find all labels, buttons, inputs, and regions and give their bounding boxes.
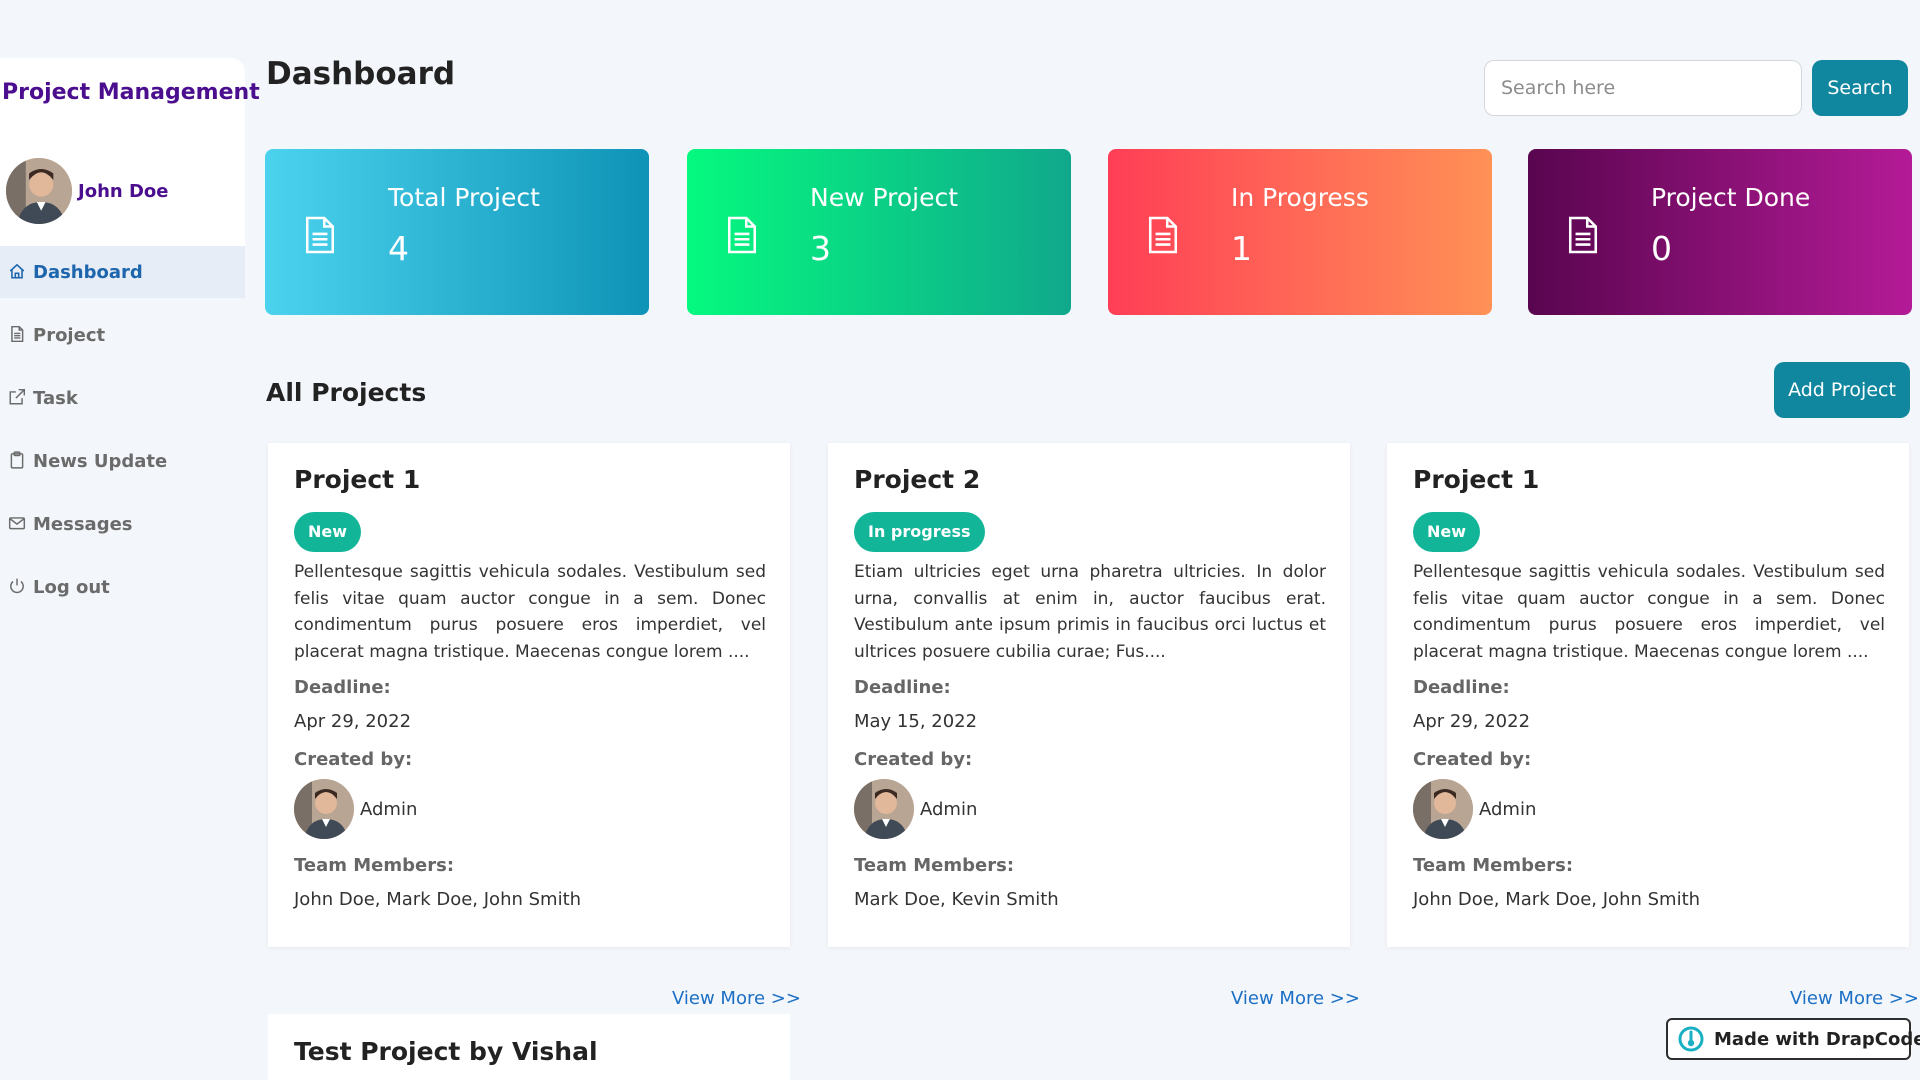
search-button[interactable]: Search: [1812, 60, 1908, 116]
sidebar-nav: Dashboard Project Task News Update Messa…: [0, 246, 245, 613]
search-input[interactable]: [1484, 60, 1802, 116]
stat-card-in-progress[interactable]: In Progress 1: [1108, 149, 1492, 315]
team-members-value: Mark Doe, Kevin Smith: [854, 889, 1059, 910]
stat-label: In Progress: [1231, 183, 1369, 212]
user-name: John Doe: [78, 180, 169, 202]
sidebar-item-label: Messages: [33, 513, 133, 535]
sidebar-item-label: Log out: [33, 576, 110, 598]
sidebar-item-label: Dashboard: [33, 261, 143, 283]
stat-label: Total Project: [388, 183, 540, 212]
sidebar-header: Project Management John Doe: [0, 58, 260, 246]
user-profile[interactable]: John Doe: [6, 158, 168, 224]
deadline-value: May 15, 2022: [854, 711, 978, 732]
stat-card-project-done[interactable]: Project Done 0: [1528, 149, 1912, 315]
project-card[interactable]: Project 2 In progress Etiam ultricies eg…: [828, 443, 1350, 947]
project-card[interactable]: Project 1 New Pellentesque sagittis vehi…: [268, 443, 790, 947]
created-by-label: Created by:: [854, 749, 973, 770]
avatar: [854, 779, 914, 839]
project-title: Project 1: [1413, 465, 1540, 494]
sidebar-item-dashboard[interactable]: Dashboard: [0, 246, 245, 298]
status-badge: In progress: [854, 512, 985, 552]
avatar: [6, 158, 72, 224]
creator: Admin: [854, 779, 977, 839]
clipboard-icon: [8, 451, 28, 471]
brand-title: Project Management: [2, 80, 260, 105]
stat-value: 1: [1231, 229, 1252, 268]
sidebar-item-log-out[interactable]: Log out: [0, 561, 245, 613]
stat-label: Project Done: [1651, 183, 1811, 212]
avatar: [1413, 779, 1473, 839]
drapcode-logo-icon: [1678, 1026, 1704, 1052]
stat-value: 4: [388, 229, 409, 268]
created-by-label: Created by:: [1413, 749, 1532, 770]
team-members-value: John Doe, Mark Doe, John Smith: [294, 889, 582, 910]
document-icon: [725, 215, 759, 255]
deadline-label: Deadline:: [854, 677, 951, 698]
stat-value: 0: [1651, 229, 1672, 268]
document-icon: [1566, 215, 1600, 255]
external-link-icon: [8, 388, 28, 408]
section-title: All Projects: [266, 378, 427, 407]
project-title: Project 1: [294, 465, 421, 494]
sidebar-item-label: News Update: [33, 450, 168, 472]
view-more-link[interactable]: View More >>: [672, 988, 801, 1009]
envelope-icon: [8, 514, 28, 534]
made-with-drapcode-badge[interactable]: Made with DrapCode: [1666, 1018, 1920, 1060]
team-members-label: Team Members:: [1413, 855, 1574, 876]
avatar: [294, 779, 354, 839]
project-card[interactable]: Project 1 New Pellentesque sagittis vehi…: [1387, 443, 1909, 947]
project-description: Etiam ultricies eget urna pharetra ultri…: [854, 562, 1326, 662]
sidebar-item-project[interactable]: Project: [0, 309, 245, 361]
view-more-link[interactable]: View More >>: [1231, 988, 1360, 1009]
stat-card-new-project[interactable]: New Project 3: [687, 149, 1071, 315]
document-icon: [1146, 215, 1180, 255]
project-card[interactable]: Test Project by Vishal: [268, 1014, 790, 1080]
project-description: Pellentesque sagittis vehicula sodales. …: [294, 562, 766, 662]
document-icon: [8, 325, 28, 345]
power-icon: [8, 577, 28, 597]
creator: Admin: [1413, 779, 1536, 839]
status-badge: New: [1413, 512, 1481, 552]
team-members-label: Team Members:: [294, 855, 455, 876]
stat-label: New Project: [810, 183, 959, 212]
add-project-button[interactable]: Add Project: [1774, 362, 1910, 418]
sidebar-item-label: Project: [33, 324, 106, 346]
creator: Admin: [294, 779, 417, 839]
sidebar-item-task[interactable]: Task: [0, 372, 245, 424]
creator-name: Admin: [920, 798, 978, 820]
stat-card-total-project[interactable]: Total Project 4: [265, 149, 649, 315]
document-icon: [303, 215, 337, 255]
creator-name: Admin: [360, 798, 418, 820]
project-title: Test Project by Vishal: [294, 1037, 598, 1066]
project-title: Project 2: [854, 465, 981, 494]
drapcode-badge-text: Made with DrapCode: [1714, 1028, 1920, 1050]
creator-name: Admin: [1479, 798, 1537, 820]
deadline-value: Apr 29, 2022: [1413, 711, 1531, 732]
deadline-label: Deadline:: [1413, 677, 1510, 698]
home-icon: [8, 262, 28, 282]
team-members-value: John Doe, Mark Doe, John Smith: [1413, 889, 1701, 910]
sidebar-item-messages[interactable]: Messages: [0, 498, 245, 550]
sidebar: Project Management John Doe Dashboard Pr…: [0, 58, 260, 1080]
deadline-label: Deadline:: [294, 677, 391, 698]
sidebar-item-label: Task: [33, 387, 78, 409]
status-badge: New: [294, 512, 362, 552]
stat-value: 3: [810, 229, 831, 268]
created-by-label: Created by:: [294, 749, 413, 770]
deadline-value: Apr 29, 2022: [294, 711, 412, 732]
view-more-link[interactable]: View More >>: [1790, 988, 1919, 1009]
page-title: Dashboard: [266, 56, 456, 92]
team-members-label: Team Members:: [854, 855, 1015, 876]
sidebar-item-news-update[interactable]: News Update: [0, 435, 245, 487]
project-description: Pellentesque sagittis vehicula sodales. …: [1413, 562, 1885, 662]
